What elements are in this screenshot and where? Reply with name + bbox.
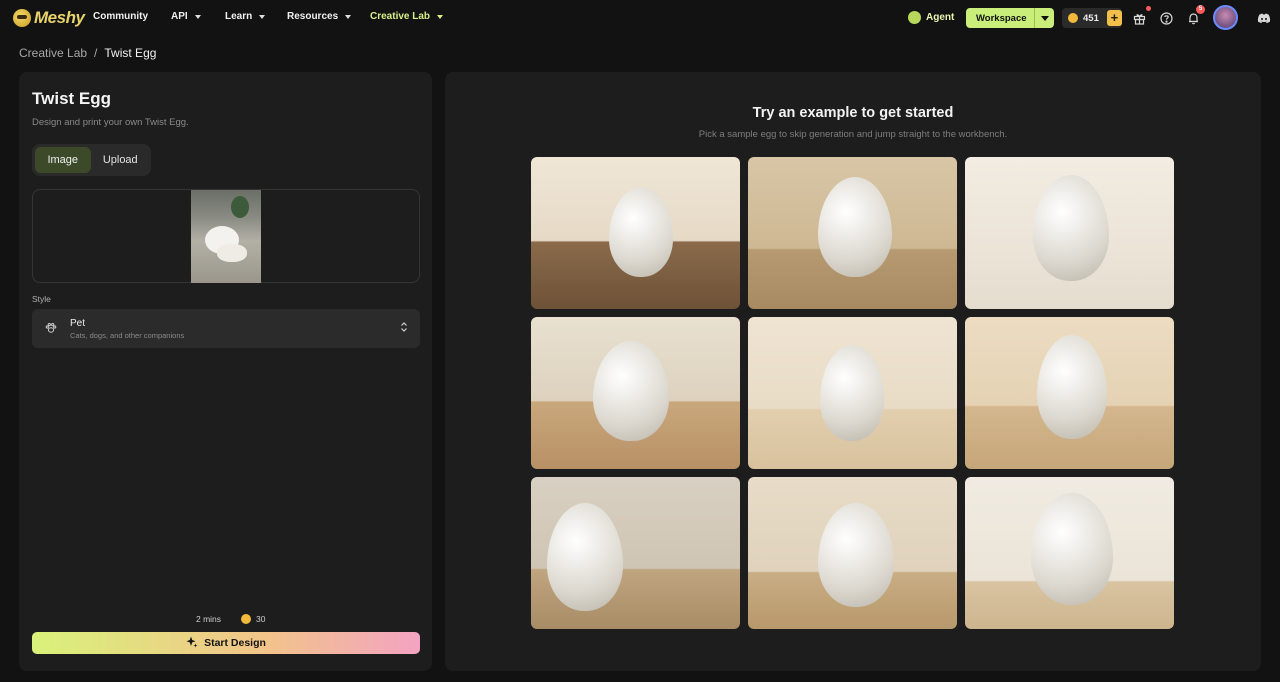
example-tile[interactable] — [748, 317, 957, 469]
help-icon[interactable] — [1159, 11, 1173, 25]
coin-icon — [1068, 13, 1078, 23]
gift-notification-dot — [1146, 6, 1151, 11]
nav-community-label: Community — [93, 11, 148, 22]
nav-community[interactable]: Community — [93, 11, 148, 22]
workspace-dropdown[interactable] — [1034, 8, 1054, 28]
example-tile[interactable] — [531, 317, 740, 469]
workspace-label: Workspace — [976, 12, 1027, 24]
avatar[interactable] — [1213, 5, 1238, 30]
example-tile[interactable] — [531, 477, 740, 629]
discord-icon[interactable] — [1257, 11, 1271, 25]
examples-subtitle: Pick a sample egg to skip generation and… — [698, 129, 1008, 140]
breadcrumb-current: Twist Egg — [104, 46, 157, 60]
tab-upload[interactable]: Upload — [93, 147, 149, 173]
page-subtitle: Design and print your own Twist Egg. — [32, 117, 189, 128]
page-title: Twist Egg — [32, 89, 112, 108]
nav-api[interactable]: API — [171, 11, 201, 22]
example-tile[interactable] — [748, 157, 957, 309]
tab-image[interactable]: Image — [35, 147, 91, 173]
style-label: Style — [32, 294, 51, 304]
credit-count: 451 — [1083, 12, 1099, 24]
credit-cost: 30 — [256, 614, 266, 624]
paw-icon — [45, 322, 57, 334]
nav-learn-label: Learn — [225, 11, 253, 22]
meshy-logo-icon — [13, 9, 31, 27]
chevron-down-icon — [437, 14, 444, 19]
chevron-down-icon — [259, 14, 266, 19]
generation-meta: 2 mins 30 — [196, 614, 266, 624]
time-estimate: 2 mins — [196, 614, 222, 624]
agent-label: Agent — [926, 12, 955, 23]
breadcrumb-separator: / — [94, 46, 98, 60]
chevron-down-icon — [345, 14, 352, 19]
nav-creative-lab-label: Creative Lab — [370, 11, 431, 22]
notification-badge: 5 — [1196, 5, 1205, 14]
example-tile[interactable] — [965, 317, 1174, 469]
logo-text: Meshy — [34, 8, 85, 27]
breadcrumb-parent[interactable]: Creative Lab — [19, 46, 87, 60]
meshy-logo[interactable]: Meshy — [13, 8, 85, 28]
chevron-up-down-icon — [400, 321, 408, 333]
uploaded-dog-image — [191, 190, 261, 283]
example-tile[interactable] — [748, 477, 957, 629]
examples-grid — [531, 157, 1174, 629]
sparkle-icon — [186, 636, 198, 651]
example-tile[interactable] — [531, 157, 740, 309]
gift-icon[interactable] — [1132, 11, 1146, 25]
example-tile[interactable] — [965, 157, 1174, 309]
design-panel: Twist Egg Design and print your own Twis… — [19, 72, 432, 671]
chevron-down-icon — [194, 14, 201, 19]
nav-api-label: API — [171, 11, 188, 22]
nav-resources[interactable]: Resources — [287, 11, 352, 22]
nav-creative-lab[interactable]: Creative Lab — [370, 11, 444, 22]
agent-button[interactable]: Agent — [908, 11, 954, 24]
examples-panel: Try an example to get started Pick a sam… — [445, 72, 1261, 671]
start-design-label: Start Design — [204, 637, 266, 649]
examples-title: Try an example to get started — [752, 105, 954, 121]
style-select[interactable]: Pet Cats, dogs, and other companions — [32, 309, 420, 348]
nav-learn[interactable]: Learn — [225, 11, 266, 22]
example-tile[interactable] — [965, 477, 1174, 629]
style-name: Pet — [70, 318, 86, 329]
start-design-button[interactable]: Start Design — [32, 632, 420, 654]
style-description: Cats, dogs, and other companions — [70, 331, 185, 340]
input-mode-tabs: Image Upload — [32, 144, 151, 176]
credits-display[interactable]: 451 + — [1062, 8, 1122, 28]
breadcrumb: Creative Lab / Twist Egg — [19, 46, 156, 60]
coin-icon — [241, 614, 252, 624]
nav-resources-label: Resources — [287, 11, 339, 22]
add-credits-button[interactable]: + — [1106, 10, 1122, 26]
top-nav: Meshy Community API Learn Resources Crea… — [0, 0, 1280, 36]
agent-icon — [908, 11, 921, 24]
workspace-button[interactable]: Workspace — [966, 8, 1054, 28]
chevron-down-icon — [1040, 15, 1049, 21]
image-preview-area[interactable] — [32, 189, 420, 283]
